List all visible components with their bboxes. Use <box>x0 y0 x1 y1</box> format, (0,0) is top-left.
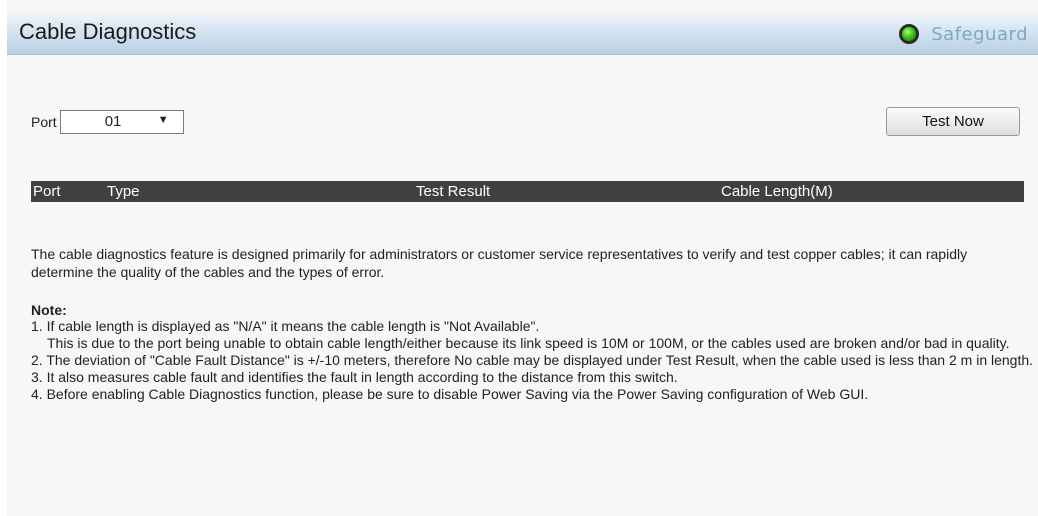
content-panel: Cable Diagnostics Safeguard Port 01 ▼ Te… <box>7 0 1038 516</box>
test-now-button[interactable]: Test Now <box>886 107 1020 136</box>
column-header-type: Type <box>107 183 140 200</box>
column-header-cable-length: Cable Length(M) <box>721 183 833 200</box>
description-text: The cable diagnostics feature is designe… <box>31 246 968 280</box>
column-header-port: Port <box>33 183 61 200</box>
note-list: 1. If cable length is displayed as "N/A"… <box>31 318 1036 403</box>
port-select-value: 01 <box>104 113 122 130</box>
note-item: 2. The deviation of "Cable Fault Distanc… <box>31 352 1034 368</box>
port-select[interactable]: 01 ▼ <box>59 110 184 134</box>
safeguard-label: Safeguard <box>931 23 1028 45</box>
status-dot-icon <box>899 24 920 44</box>
safeguard-indicator[interactable]: Safeguard <box>899 22 1028 46</box>
page-header: Cable Diagnostics Safeguard <box>7 12 1038 55</box>
note-title: Note: <box>31 302 67 318</box>
dropdown-arrow-icon: ▼ <box>157 114 169 126</box>
column-header-test-result: Test Result <box>416 183 491 200</box>
note-item: This is due to the port being unable to … <box>47 335 1010 351</box>
port-row: Port 01 ▼ <box>31 110 184 134</box>
port-label: Port <box>31 114 57 130</box>
results-table-header: Port Type Test Result Cable Length(M) <box>31 181 1024 202</box>
note-item: 4. Before enabling Cable Diagnostics fun… <box>31 386 869 402</box>
note-item: 1. If cable length is displayed as "N/A"… <box>31 318 540 334</box>
page-title: Cable Diagnostics <box>19 19 197 44</box>
note-item: 3. It also measures cable fault and iden… <box>31 369 678 385</box>
